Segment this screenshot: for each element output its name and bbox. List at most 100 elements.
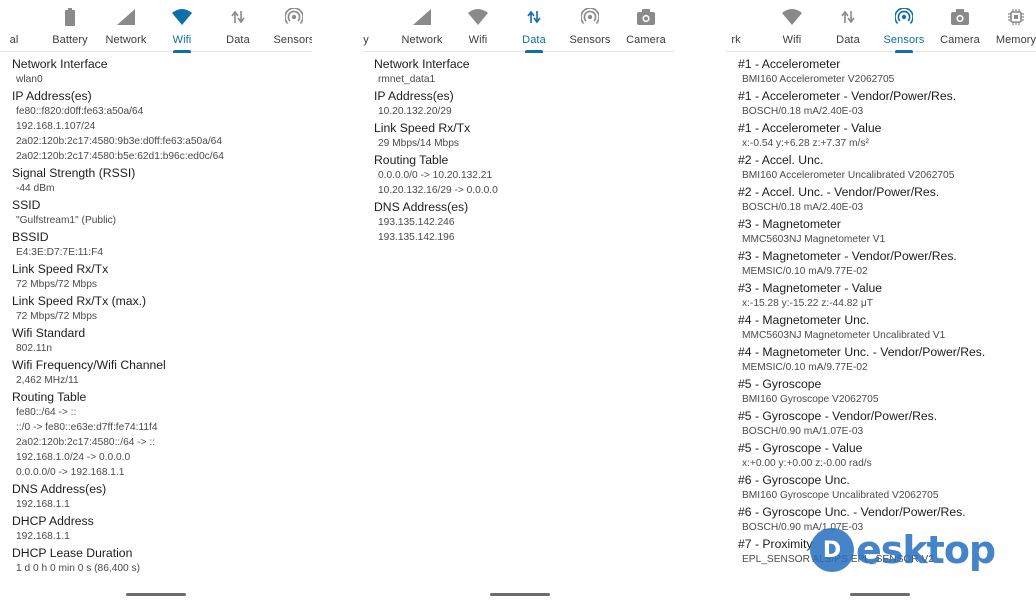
info-item-value: 10.20.132.16/29 -> 0.0.0.0 (378, 185, 498, 196)
info-item-title: #6 - Gyroscope Unc. (738, 473, 850, 487)
info-item-value: x:+0.00 y:+0.00 z:-0.00 rad/s (742, 458, 872, 469)
info-item[interactable]: DHCP Lease Duration 1 d 0 h 0 min 0 s (86… (0, 546, 312, 576)
info-item-title: #3 - Magnetometer - Value (738, 281, 883, 295)
tab-wifi[interactable]: Wifi (154, 0, 210, 53)
tab-al[interactable]: al (0, 0, 42, 52)
tab-memory[interactable]: Memory (988, 0, 1036, 52)
info-item[interactable]: Signal Strength (RSSI) -44 dBm (0, 166, 312, 196)
camera-icon (636, 8, 656, 26)
info-item[interactable]: SSID "Gulfstream1" (Public) (0, 198, 312, 228)
info-item[interactable]: #5 - Gyroscope - Vendor/Power/Res. BOSCH/… (726, 409, 1036, 439)
info-item-title: Signal Strength (RSSI) (12, 166, 136, 180)
info-item[interactable]: BSSID E4:3E:D7:7E:11:F4 (0, 230, 312, 260)
info-item-value: MMC5603NJ Magnetometer Uncalibrated V1 (742, 330, 946, 341)
info-item-title: IP Address(es) (12, 89, 92, 103)
tab-data[interactable]: Data (210, 0, 266, 52)
tab-battery[interactable]: Battery (42, 0, 98, 52)
info-item-title: Network Interface (12, 57, 108, 71)
info-item-value: BOSCH/0.18 mA/2.40E-03 (742, 202, 864, 213)
data-screen: yNetworkWifiDataSensorsCameraN Network I… (362, 0, 674, 600)
info-item[interactable]: Link Speed Rx/Tx (max.) 72 Mbps/72 Mbps (0, 294, 312, 324)
info-item[interactable]: #2 - Accel. Unc. BMI160 Accelerometer Unc… (726, 153, 1036, 183)
info-item[interactable]: #1 - Accelerometer BMI160 Accelerometer V… (726, 57, 1036, 87)
info-item-value: "Gulfstream1" (Public) (16, 215, 117, 226)
info-item-title: SSID (12, 198, 41, 212)
wifi-info-list[interactable]: Network Interface wlan0 IP Address(es) fe80… (0, 56, 312, 600)
info-item[interactable]: Routing Table fe80::/64 -> ::::/0 -> fe80… (0, 390, 312, 480)
info-item[interactable]: DHCP Address 192.168.1.1 (0, 514, 312, 544)
info-item-value: EPL_SENSOR ALS/PS EPL_SENSOR V2 (742, 554, 934, 565)
info-item[interactable]: Wifi Frequency/Wifi Channel 2,462 MHz/11 (0, 358, 312, 388)
info-item-value: 10.20.132.20/29 (378, 106, 452, 117)
info-item[interactable]: DNS Address(es) 192.168.1.1 (0, 482, 312, 512)
info-item[interactable]: IP Address(es)fe80::f820:d0ff:fe63:a50a/… (0, 89, 312, 164)
info-item[interactable]: #4 - Magnetometer Unc. MMC5603NJ Magnetom… (726, 313, 1036, 343)
tab-label: al (9, 34, 19, 46)
tab-wifi[interactable]: Wifi (764, 0, 820, 52)
tab-network[interactable]: Network (98, 0, 154, 52)
home-indicator (850, 593, 910, 596)
info-item-title: IP Address(es) (374, 89, 454, 103)
info-item-value: fe80::/64 -> :: (16, 407, 77, 418)
info-item-value: x:-15.28 y:-15.22 z:-44.82 μT (742, 298, 874, 309)
info-item-value: fe80::f820:d0ff:fe63:a50a/64 (16, 106, 144, 117)
info-item[interactable]: #6 - Gyroscope Unc. - Vendor/Power/Res. B… (726, 505, 1036, 535)
info-item-title: Wifi Standard (12, 326, 86, 340)
tab-data[interactable]: Data (506, 0, 562, 53)
data-info-list[interactable]: Network Interface rmnet_data1 IP Address(e… (362, 56, 674, 600)
tab-sensors[interactable]: Sensors (876, 0, 932, 53)
tab-label: Sensors (569, 34, 611, 46)
info-item-title: BSSID (12, 230, 49, 244)
info-item[interactable]: Link Speed Rx/Tx 72 Mbps/72 Mbps (0, 262, 312, 292)
tab-y[interactable]: y (362, 0, 394, 52)
info-item-value: 0.0.0.0/0 -> 10.20.132.21 (378, 170, 493, 181)
tab-label: rk (731, 34, 741, 46)
tab-camera[interactable]: Camera (618, 0, 674, 52)
info-item-value: MEMSIC/0.10 mA/9.77E-02 (742, 362, 868, 373)
tab-camera[interactable]: Camera (932, 0, 988, 52)
info-item[interactable]: Network Interface wlan0 (0, 57, 312, 87)
tab-label: Wifi (782, 34, 802, 46)
info-item[interactable]: #5 - Gyroscope BMI160 Gyroscope V2062705 (726, 377, 1036, 407)
tab-wifi[interactable]: Wifi (450, 0, 506, 52)
info-item[interactable]: #6 - Gyroscope Unc. BMI160 Gyroscope Unca… (726, 473, 1036, 503)
tab-rk[interactable]: rk (726, 0, 764, 52)
info-item[interactable]: #1 - Accelerometer - Value x:-0.54 y:+6.2… (726, 121, 1036, 151)
signal-icon (412, 8, 432, 26)
wifi-icon (468, 8, 488, 26)
tab-sensors[interactable]: Sensors (562, 0, 618, 52)
tab-network[interactable]: Network (394, 0, 450, 52)
info-item[interactable]: #5 - Gyroscope - Value x:+0.00 y:+0.00 z:… (726, 441, 1036, 471)
active-tab-indicator (525, 50, 543, 53)
tab-sensors[interactable]: Sensors (266, 0, 312, 52)
info-item-value: rmnet_data1 (378, 74, 436, 85)
info-item[interactable]: Routing Table 0.0.0.0/0 -> 10.20.132.21 10… (362, 153, 674, 198)
tab-label: Battery (52, 34, 88, 46)
info-item[interactable]: IP Address(es) 10.20.132.20/29 (362, 89, 674, 119)
info-item-value: 72 Mbps/72 Mbps (16, 311, 97, 322)
info-item[interactable]: #3 - Magnetometer - Value x:-15.28 y:-15.… (726, 281, 1036, 311)
info-item-title: #6 - Gyroscope Unc. - Vendor/Power/Res. (738, 505, 966, 519)
info-item-value: x:-0.54 y:+6.28 z:+7.37 m/s² (742, 138, 869, 149)
info-item[interactable]: #1 - Accelerometer - Vendor/Power/Res. BO… (726, 89, 1036, 119)
info-item[interactable]: #4 - Magnetometer Unc. - Vendor/Power/Re… (726, 345, 1036, 375)
info-item[interactable]: #3 - Magnetometer - Vendor/Power/Res. MEM… (726, 249, 1036, 279)
info-item-title: #4 - Magnetometer Unc. - Vendor/Power/Re… (738, 345, 986, 359)
info-item[interactable]: DNS Address(es) 193.135.142.246 193.135.14… (362, 200, 674, 245)
info-item[interactable]: Network Interface rmnet_data1 (362, 57, 674, 87)
info-item[interactable]: #2 - Accel. Unc. - Vendor/Power/Res. BOSC… (726, 185, 1036, 215)
info-item[interactable]: Wifi Standard 802.11n (0, 326, 312, 356)
info-item[interactable]: Link Speed Rx/Tx 29 Mbps/14 Mbps (362, 121, 674, 151)
info-item[interactable]: #3 - Magnetometer MMC5603NJ Magnetometer … (726, 217, 1036, 247)
info-item-value: E4:3E:D7:7E:11:F4 (16, 247, 104, 258)
info-item-value: 2,462 MHz/11 (16, 375, 79, 386)
info-item-value: MEMSIC/0.10 mA/9.77E-02 (742, 266, 868, 277)
info-item-value: 2a02:120b:2c17:4580:9b3e:d0ff:fe63:a50a/… (16, 136, 223, 147)
tab-bar: rk Wifi Data Sensors Camera Memory (726, 0, 1036, 53)
info-item-value: 192.168.1.0/24 -> 0.0.0.0 (16, 452, 131, 463)
tab-data[interactable]: Data (820, 0, 876, 52)
info-item-title: #5 - Gyroscope (738, 377, 822, 391)
info-item[interactable]: #7 - Proximity EPL_SENSOR ALS/PS EPL_SENS… (726, 537, 1036, 567)
sensors-info-list[interactable]: #1 - Accelerometer BMI160 Accelerometer V… (726, 56, 1036, 600)
info-item-value: 72 Mbps/72 Mbps (16, 279, 97, 290)
